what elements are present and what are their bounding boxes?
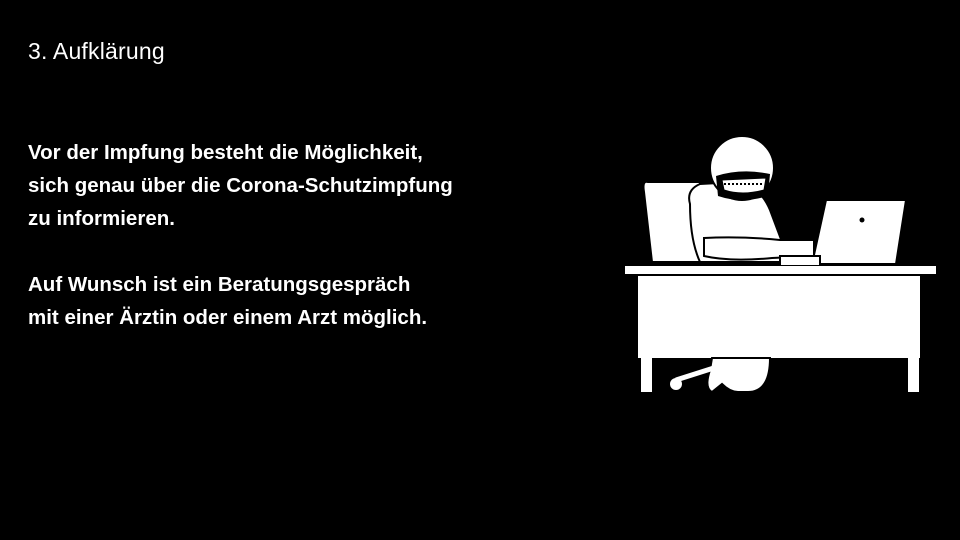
info-paragraph-line: Vor der Impfung besteht die Möglichkeit, xyxy=(28,141,423,164)
info-paragraph-line: zu informieren. xyxy=(28,207,175,230)
consultation-paragraph-line: mit einer Ärztin oder einem Arzt möglich… xyxy=(28,306,428,329)
info-paragraph-line: sich genau über die Corona-Schutzimpfung xyxy=(28,174,453,197)
slide-title: 3. Aufklärung xyxy=(28,38,165,64)
consultation-paragraph-line: Auf Wunsch ist ein Beratungsgespräch xyxy=(28,273,411,296)
consultation-paragraph: Auf Wunsch ist ein Beratungsgespräch mit… xyxy=(28,268,568,334)
info-paragraph: Vor der Impfung besteht die Möglichkeit,… xyxy=(28,136,568,235)
person-at-desk-with-laptop-icon xyxy=(625,136,936,394)
